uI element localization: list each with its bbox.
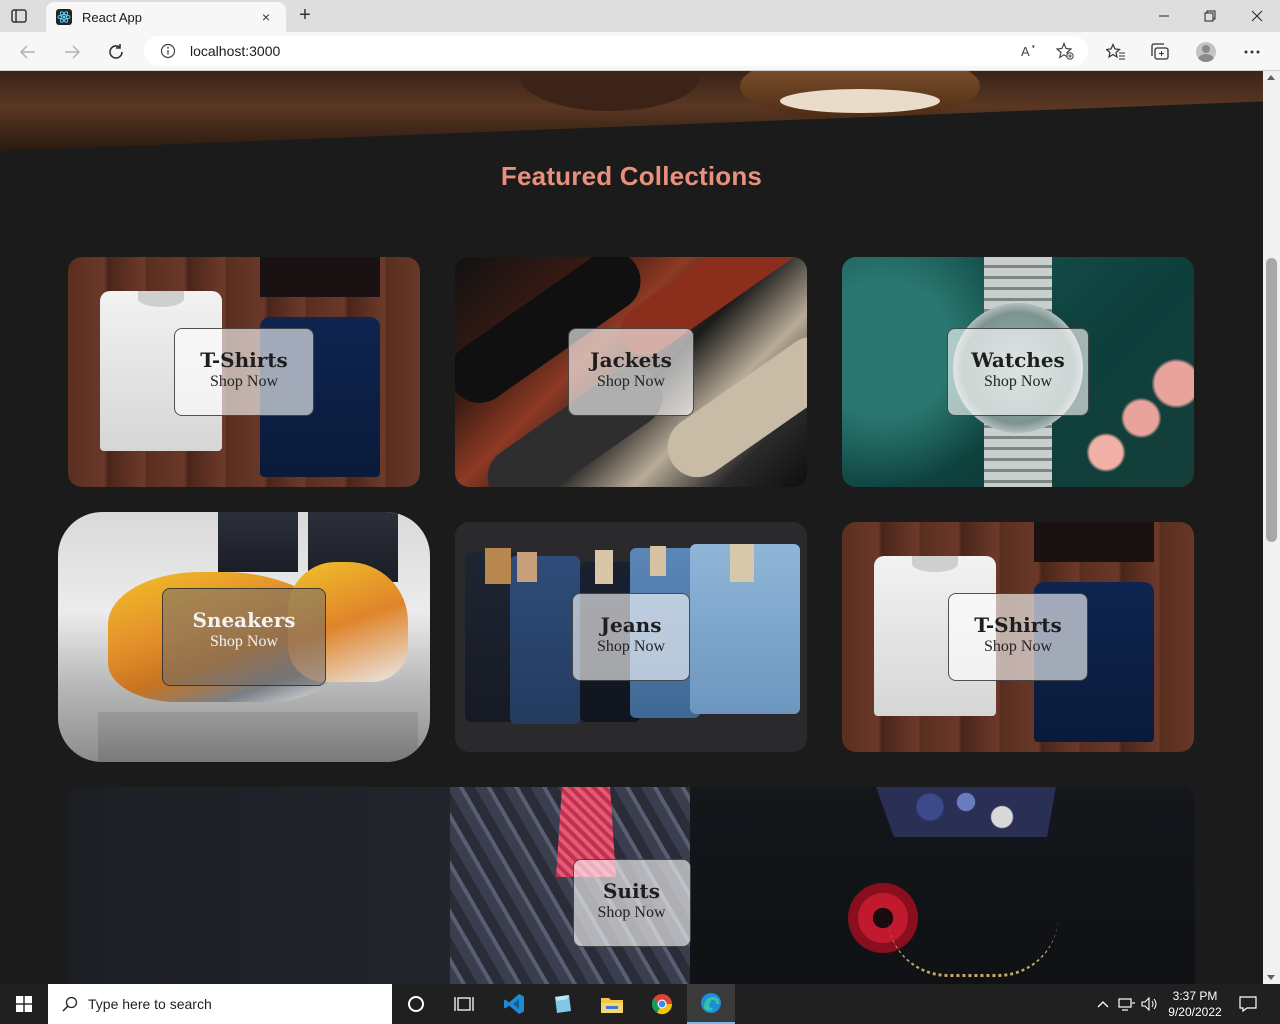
collection-card-jeans[interactable]: Jeans Shop Now (455, 522, 807, 752)
network-icon[interactable] (1116, 984, 1138, 1024)
info-icon[interactable] (160, 43, 176, 59)
collection-card-tshirts[interactable]: T-Shirts Shop Now (842, 522, 1194, 752)
refresh-icon[interactable] (104, 40, 128, 64)
react-favicon-icon (56, 9, 72, 25)
section-title: Featured Collections (500, 161, 763, 191)
collection-label[interactable]: Jackets Shop Now (568, 328, 694, 416)
edge-icon[interactable] (687, 984, 735, 1024)
taskbar-search-box[interactable]: Type here to search (48, 984, 392, 1024)
back-icon[interactable] (16, 40, 40, 64)
collection-name: Suits (602, 879, 661, 903)
collection-name: Watches (971, 348, 1065, 372)
add-favorite-icon[interactable] (1056, 42, 1074, 60)
notepad-icon[interactable] (538, 984, 586, 1024)
page-viewport: Featured Collections T-Shirts Shop Now J… (0, 71, 1263, 984)
collection-card-sneakers[interactable]: Sneakers Shop Now (58, 512, 430, 762)
scroll-up-icon[interactable] (1267, 75, 1275, 80)
tab-actions-icon[interactable] (8, 6, 30, 26)
collection-card-jackets[interactable]: Jackets Shop Now (455, 257, 807, 487)
task-view-icon[interactable] (440, 984, 488, 1024)
search-placeholder: Type here to search (88, 996, 212, 1012)
close-tab-button[interactable]: × (256, 9, 276, 25)
scroll-down-icon[interactable] (1267, 975, 1275, 980)
shop-now-link[interactable]: Shop Now (949, 636, 1087, 658)
notifications-icon[interactable] (1236, 984, 1260, 1024)
collection-label[interactable]: Suits Shop Now (572, 859, 691, 947)
shop-now-link[interactable]: Shop Now (948, 371, 1088, 393)
shop-now-link[interactable]: Shop Now (574, 902, 690, 924)
page-scrollbar[interactable] (1263, 71, 1280, 984)
chrome-icon[interactable] (638, 984, 686, 1024)
browser-tab-bar: React App × + (0, 0, 1280, 32)
tab-title: React App (82, 9, 142, 25)
taskbar-clock[interactable]: 3:37 PM 9/20/2022 (1160, 988, 1230, 1020)
collection-name: Jackets (590, 348, 672, 372)
collection-label[interactable]: T-Shirts Shop Now (948, 593, 1088, 681)
collection-label[interactable]: Watches Shop Now (947, 328, 1089, 416)
svg-text:A: A (1021, 44, 1030, 59)
shop-now-link[interactable]: Shop Now (163, 631, 325, 653)
show-hidden-icons-icon[interactable] (1094, 984, 1112, 1024)
address-bar[interactable]: localhost:3000 A (144, 36, 1088, 66)
scrollbar-thumb[interactable] (1266, 258, 1277, 542)
shop-now-link[interactable]: Shop Now (569, 371, 693, 393)
collection-card-suits[interactable]: Suits Shop Now (68, 787, 1195, 984)
windows-start-icon[interactable] (0, 984, 48, 1024)
volume-icon[interactable] (1140, 984, 1160, 1024)
new-tab-button[interactable]: + (294, 5, 316, 27)
close-icon[interactable] (1246, 6, 1268, 26)
file-explorer-icon[interactable] (588, 984, 636, 1024)
cortana-icon[interactable] (392, 984, 440, 1024)
vscode-icon[interactable] (490, 984, 538, 1024)
browser-tab[interactable]: React App × (46, 2, 286, 32)
collection-name: Sneakers (192, 608, 296, 632)
url-text: localhost:3000 (190, 43, 281, 59)
collection-card-watches[interactable]: Watches Shop Now (842, 257, 1194, 487)
collection-name: T-Shirts (974, 613, 1062, 637)
shop-now-link[interactable]: Shop Now (573, 636, 689, 658)
clock-time: 3:37 PM (1172, 989, 1218, 1003)
read-aloud-icon[interactable]: A (1020, 42, 1038, 60)
collection-card-tshirts[interactable]: T-Shirts Shop Now (68, 257, 420, 487)
hero-banner-image (0, 71, 1263, 151)
profile-icon[interactable] (1195, 41, 1217, 63)
restore-icon[interactable] (1199, 6, 1221, 26)
collections-icon[interactable] (1149, 41, 1171, 63)
favorites-icon[interactable] (1105, 41, 1127, 63)
windows-taskbar: Type here to search 3:37 PM 9/20/2022 (0, 984, 1280, 1024)
collection-label[interactable]: Sneakers Shop Now (162, 588, 326, 686)
browser-toolbar: localhost:3000 A (0, 32, 1280, 71)
forward-icon[interactable] (60, 40, 84, 64)
minimize-icon[interactable] (1153, 6, 1175, 26)
collection-name: Jeans (600, 613, 662, 637)
shop-now-link[interactable]: Shop Now (175, 371, 313, 393)
collection-label[interactable]: Jeans Shop Now (572, 593, 690, 681)
collection-label[interactable]: T-Shirts Shop Now (174, 328, 314, 416)
clock-date: 9/20/2022 (1168, 1005, 1222, 1019)
more-menu-icon[interactable] (1241, 41, 1263, 63)
collection-name: T-Shirts (200, 348, 288, 372)
search-icon (62, 996, 78, 1012)
